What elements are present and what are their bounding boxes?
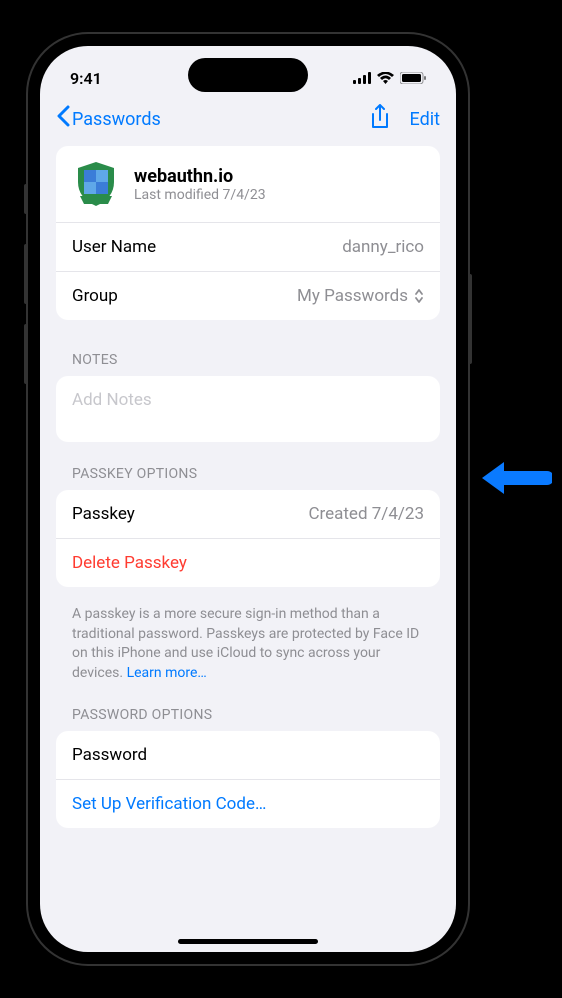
wifi-icon: [377, 72, 394, 84]
site-modified: Last modified 7/4/23: [134, 187, 424, 203]
back-button[interactable]: Passwords: [56, 105, 161, 133]
site-favicon: [72, 160, 120, 208]
chevron-left-icon: [56, 105, 70, 133]
status-icons: [353, 72, 426, 84]
back-label: Passwords: [72, 109, 161, 130]
passkey-created: Created 7/4/23: [308, 504, 424, 524]
content-scroll[interactable]: webauthn.io Last modified 7/4/23 User Na…: [40, 146, 456, 932]
phone-screen: 9:41: [40, 46, 456, 952]
site-name: webauthn.io: [134, 166, 424, 187]
status-time: 9:41: [70, 69, 102, 88]
notes-placeholder: Add Notes: [72, 390, 152, 410]
share-icon: [370, 104, 390, 130]
updown-icon: [414, 288, 424, 304]
delete-passkey-button[interactable]: Delete Passkey: [56, 538, 440, 587]
power-button: [468, 274, 472, 364]
group-value-container: My Passwords: [297, 286, 424, 306]
passkey-label: Passkey: [72, 504, 135, 524]
site-card: webauthn.io Last modified 7/4/23 User Na…: [56, 146, 440, 320]
passkey-footer: A passkey is a more secure sign-in metho…: [56, 595, 440, 683]
learn-more-link[interactable]: Learn more…: [127, 665, 207, 681]
site-header: webauthn.io Last modified 7/4/23: [56, 146, 440, 222]
password-card: Password Set Up Verification Code…: [56, 731, 440, 828]
phone-frame: 9:41: [28, 34, 468, 964]
passkey-footer-text: A passkey is a more secure sign-in metho…: [72, 606, 419, 681]
username-row[interactable]: User Name danny_rico: [56, 222, 440, 271]
site-info: webauthn.io Last modified 7/4/23: [134, 166, 424, 203]
group-label: Group: [72, 286, 118, 306]
group-value: My Passwords: [297, 286, 408, 306]
volume-up-button: [24, 244, 28, 304]
dynamic-island: [188, 58, 308, 92]
annotation-arrow: [482, 458, 552, 502]
password-header: PASSWORD OPTIONS: [56, 683, 440, 731]
notes-input[interactable]: Add Notes: [56, 376, 440, 442]
battery-icon: [400, 72, 426, 84]
silent-switch: [24, 184, 28, 214]
group-row[interactable]: Group My Passwords: [56, 271, 440, 320]
password-row[interactable]: Password: [56, 731, 440, 779]
username-label: User Name: [72, 237, 156, 257]
passkey-card: Passkey Created 7/4/23 Delete Passkey: [56, 490, 440, 587]
share-button[interactable]: [370, 104, 390, 134]
notes-header: NOTES: [56, 328, 440, 376]
volume-down-button: [24, 324, 28, 384]
verification-code-button[interactable]: Set Up Verification Code…: [56, 779, 440, 828]
edit-button[interactable]: Edit: [410, 109, 440, 130]
cellular-icon: [353, 72, 371, 84]
passkey-header: PASSKEY OPTIONS: [56, 442, 440, 490]
nav-right: Edit: [370, 104, 440, 134]
home-indicator[interactable]: [178, 939, 318, 944]
passkey-row[interactable]: Passkey Created 7/4/23: [56, 490, 440, 538]
nav-bar: Passwords Edit: [40, 96, 456, 146]
password-label: Password: [72, 745, 147, 765]
username-value: danny_rico: [342, 237, 424, 257]
